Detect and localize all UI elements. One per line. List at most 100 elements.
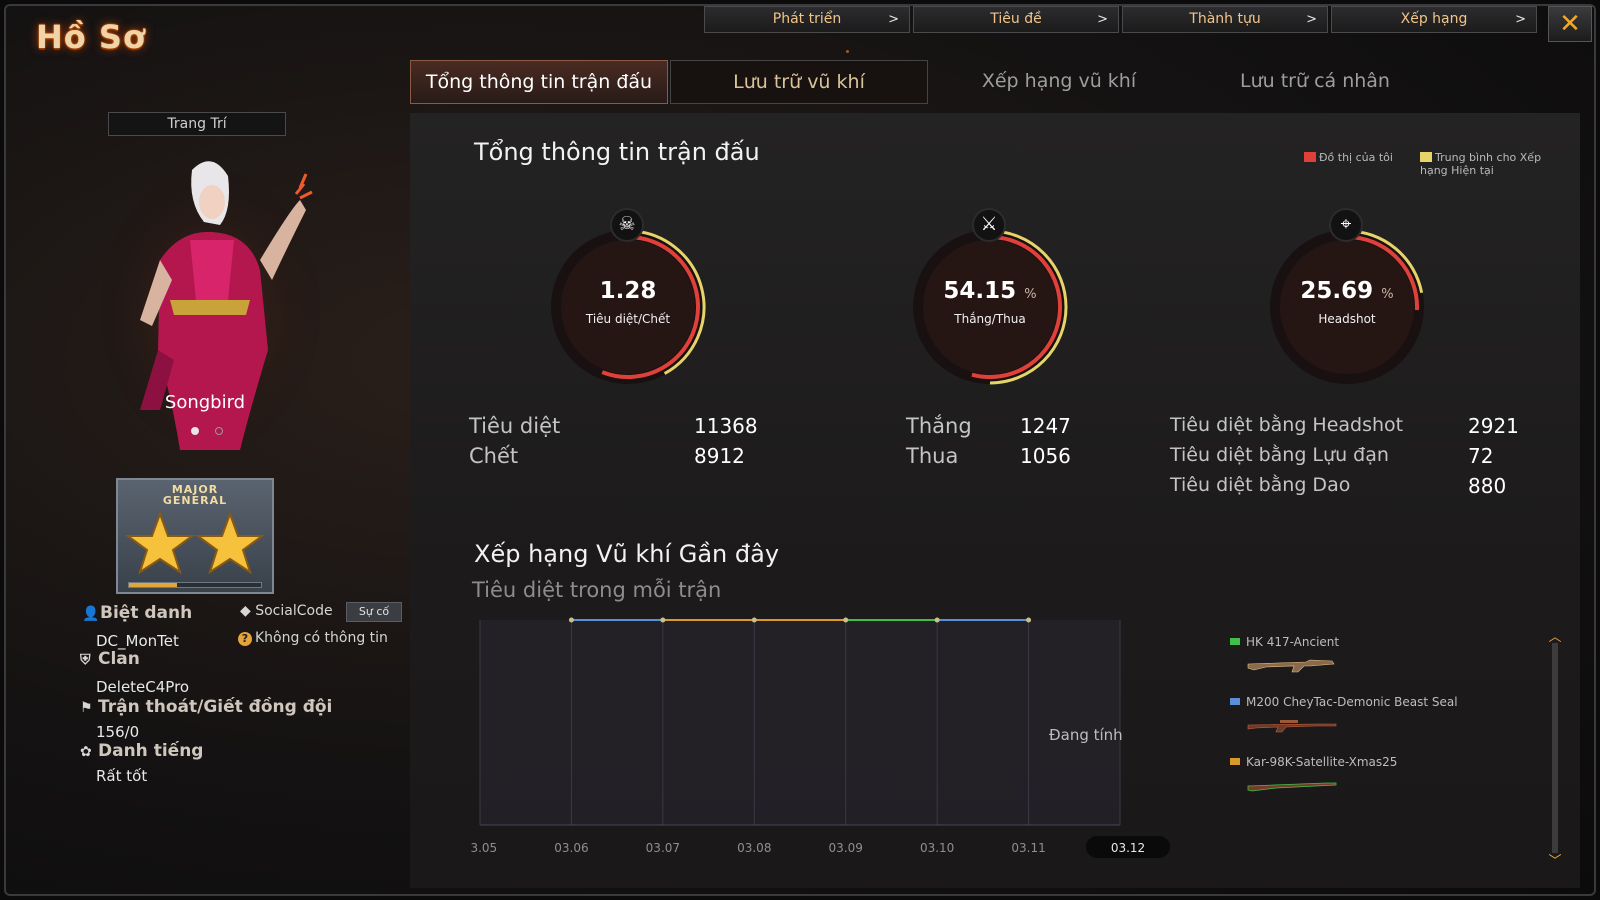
weapon-name: HK 417-Ancient	[1246, 635, 1340, 649]
section-title: Tổng thông tin trận đấu	[474, 138, 760, 166]
gauge-label: Tiêu diệt/Chết	[585, 312, 671, 326]
nav-label: Xếp hạng	[1400, 11, 1468, 27]
stat-headshot-kills-value: 2921	[1468, 414, 1519, 438]
weapon-name: M200 CheyTac-Demonic Beast Seal	[1246, 695, 1458, 709]
chart-tick-label[interactable]: 03.12	[1111, 841, 1145, 855]
weapon-ranking-title: Xếp hạng Vũ khí Gần đây	[474, 540, 780, 568]
socialcode-label: ◆ SocialCode	[240, 603, 333, 619]
chart-tick-label[interactable]: 03.10	[920, 841, 954, 855]
weapon-trend-chart: 03.05 03.06 03.07 03.08 03.09 03.10 03.11 03.12	[470, 617, 1170, 858]
skull-icon: ☠	[610, 208, 644, 242]
gauge-unit: %	[1024, 287, 1037, 302]
gauge-value: 54.15	[943, 278, 1017, 304]
nav-label: Tiêu đề	[990, 11, 1042, 27]
tab-weapon-storage[interactable]: Lưu trữ vũ khí	[670, 60, 928, 104]
nav-achievements[interactable]: Thành tựu >	[1122, 6, 1328, 33]
decorate-button[interactable]: Trang Trí	[108, 112, 286, 136]
stat-grenade-kills-label: Tiêu diệt bằng Lựu đạn	[1170, 444, 1389, 466]
rank-progress-bar	[128, 582, 262, 588]
medal-icon: ✿	[80, 744, 92, 760]
reputation-value: Rất tốt	[96, 767, 148, 785]
gauge-value: 25.69	[1300, 278, 1374, 304]
gauge-win-loss: ⚔ 54.15 % Thắng/Thua	[905, 208, 1075, 392]
nav-titles[interactable]: Tiêu đề >	[913, 6, 1119, 33]
nav-label: Thành tựu	[1189, 11, 1261, 27]
stat-wins-value: 1247	[1020, 414, 1071, 438]
stat-losses-label: Thua	[906, 444, 959, 468]
clan-label-text: Clan	[98, 649, 140, 669]
user-icon: 👤	[82, 606, 100, 622]
chart-tick-label[interactable]: 03.06	[554, 841, 588, 855]
scroll-up-icon[interactable]: ︿	[1547, 631, 1563, 644]
rifle-icon	[1247, 659, 1335, 673]
page-title: Hồ Sơ	[36, 18, 146, 56]
running-icon: ⚑	[80, 700, 93, 716]
stat-headshot-kills-label: Tiêu diệt bằng Headshot	[1170, 414, 1404, 436]
chart-plot-area	[480, 620, 1120, 825]
carousel-dot-active[interactable]	[191, 427, 199, 435]
stat-deaths-label: Chết	[469, 444, 519, 468]
socialcode-text: SocialCode	[255, 603, 333, 619]
gauge-unit: %	[1381, 287, 1394, 302]
nav-ranking[interactable]: Xếp hạng >	[1331, 6, 1537, 33]
weapon-swatch	[1230, 758, 1240, 765]
carousel-dot[interactable]	[215, 427, 223, 435]
tab-match-overview[interactable]: Tổng thông tin trận đấu	[410, 60, 668, 104]
rank-stars-icon	[124, 511, 266, 575]
no-info-text: Không có thông tin	[255, 630, 388, 646]
clan-shield-icon: ⛨	[80, 652, 91, 668]
legend-swatch-avg	[1420, 152, 1432, 162]
chevron-right-icon: >	[1306, 12, 1317, 27]
rank-progress-fill	[129, 583, 177, 587]
nickname-value: DC_MonTet	[96, 632, 179, 650]
weapon-legend-item[interactable]: Kar-98K-Satellite-Xmas25	[1230, 755, 1397, 769]
weapon-legend-item[interactable]: M200 CheyTac-Demonic Beast Seal	[1230, 695, 1458, 709]
weapon-ranking-subtitle: Tiêu diệt trong mỗi trận	[472, 578, 722, 602]
gauge-label: Headshot	[1318, 312, 1376, 326]
stat-deaths-value: 8912	[694, 444, 745, 468]
sniper-rifle-icon	[1247, 720, 1337, 733]
scroll-track[interactable]	[1552, 643, 1558, 853]
stat-wins-label: Thắng	[906, 414, 972, 438]
gauge-label: Thắng/Thua	[954, 312, 1026, 326]
chevron-right-icon: >	[888, 12, 899, 27]
nav-development[interactable]: Phát triển >	[704, 6, 910, 33]
stat-losses-value: 1056	[1020, 444, 1071, 468]
chart-tick-label[interactable]: 03.05	[470, 841, 497, 855]
stat-grenade-kills-value: 72	[1468, 444, 1494, 468]
weapon-list-scrollbar[interactable]: ︿ ﹀	[1547, 631, 1563, 868]
chart-tick-label[interactable]: 03.07	[646, 841, 680, 855]
socialcode-status: ? Không có thông tin	[238, 630, 388, 646]
chart-tick-label[interactable]: 03.11	[1011, 841, 1045, 855]
stat-kills-label: Tiêu diệt	[469, 414, 561, 438]
legend-my-graph: Đồ thị của tôi	[1304, 151, 1393, 164]
gauge-ring	[913, 229, 1068, 385]
stat-kills-value: 11368	[694, 414, 758, 438]
escape-value: 156/0	[96, 723, 140, 741]
escape-label: ⚑ Trận thoát/Giết đồng đội	[80, 697, 332, 717]
legend-avg-text: Trung bình cho Xếp hạng Hiện tại	[1420, 151, 1542, 177]
chart-tick-label[interactable]: 03.09	[829, 841, 863, 855]
close-button[interactable]: ✕	[1548, 6, 1592, 42]
scroll-down-icon[interactable]: ﹀	[1547, 855, 1563, 868]
gauge-ring	[1270, 229, 1424, 384]
weapon-name: Kar-98K-Satellite-Xmas25	[1246, 755, 1398, 769]
clan-label: ⛨ Clan	[80, 649, 140, 669]
nav-label: Phát triển	[772, 11, 842, 27]
reputation-label: ✿ Danh tiếng	[80, 741, 203, 761]
clan-value[interactable]: DeleteC4Pro	[96, 678, 189, 696]
incident-button[interactable]: Sự cố	[346, 602, 402, 622]
nickname-label: 👤Biệt danh	[82, 603, 192, 623]
rank-title: MAJOR GENERAL	[162, 483, 228, 507]
legend-swatch-mine	[1304, 152, 1316, 162]
tab-weapon-ranking[interactable]: Xếp hạng vũ khí	[930, 60, 1188, 104]
gauge-ring	[551, 229, 706, 384]
crossed-swords-icon: ⚔	[972, 208, 1006, 242]
escape-label-text: Trận thoát/Giết đồng đội	[98, 697, 333, 717]
tab-personal-storage[interactable]: Lưu trữ cá nhân	[1186, 60, 1444, 104]
character-name: Songbird	[164, 392, 246, 413]
stat-knife-kills-value: 880	[1468, 474, 1507, 498]
weapon-legend-item[interactable]: HK 417-Ancient	[1230, 635, 1339, 649]
chart-tick-label[interactable]: 03.08	[737, 841, 771, 855]
chevron-right-icon: >	[1097, 12, 1108, 27]
